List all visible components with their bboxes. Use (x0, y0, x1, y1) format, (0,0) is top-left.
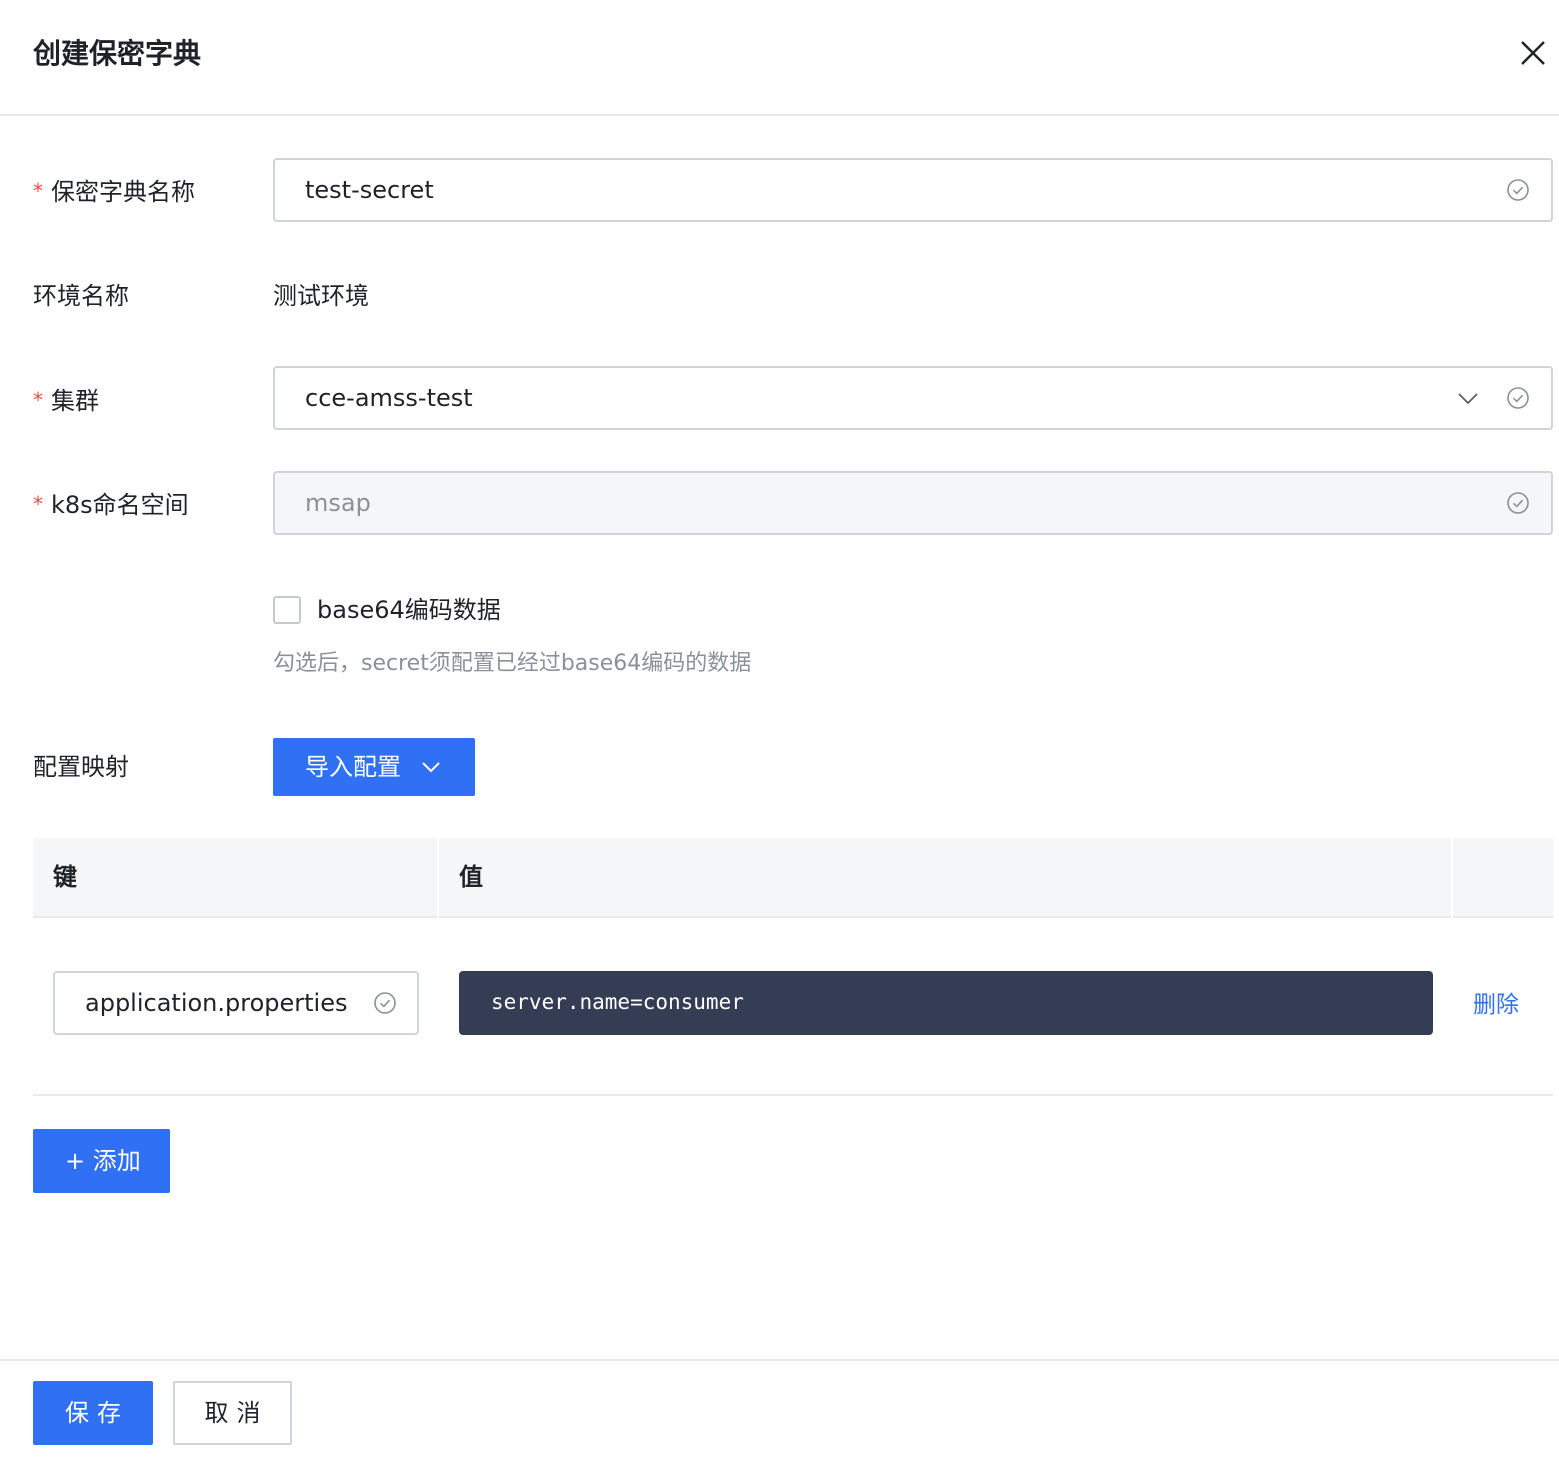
column-divider (437, 838, 439, 918)
env-name-label: 环境名称 (33, 282, 129, 310)
required-mark: * (33, 388, 43, 412)
import-config-button[interactable]: 导入配置 (273, 738, 475, 796)
import-config-label: 导入配置 (305, 753, 401, 781)
column-divider (1451, 838, 1453, 918)
value-code: server.name=consumer (491, 990, 744, 1014)
namespace-label: * k8s命名空间 (33, 491, 189, 519)
config-table-header: 键 值 (33, 838, 1553, 918)
delete-row-link[interactable]: 删除 (1473, 988, 1519, 1022)
close-icon[interactable] (1514, 34, 1552, 72)
check-circle-icon (374, 992, 396, 1014)
base64-checkbox[interactable] (273, 596, 301, 624)
key-input[interactable]: application.properties (53, 971, 419, 1035)
add-row-button[interactable]: + 添加 (33, 1129, 170, 1193)
key-value: application.properties (85, 989, 348, 1017)
required-mark: * (33, 179, 43, 203)
namespace-input: msap (273, 471, 1553, 535)
column-header-value: 值 (459, 863, 483, 891)
secret-name-input[interactable]: test-secret (273, 158, 1553, 222)
save-button[interactable]: 保存 (33, 1381, 153, 1445)
check-circle-icon (1507, 179, 1529, 201)
check-circle-icon (1507, 387, 1529, 409)
add-row-label: + 添加 (65, 1147, 141, 1175)
secret-name-value: test-secret (305, 176, 434, 204)
table-row: application.properties server.name=consu… (33, 918, 1553, 1096)
cancel-label: 取消 (204, 1399, 269, 1427)
base64-checkbox-label[interactable]: base64编码数据 (317, 593, 501, 627)
chevron-down-icon[interactable] (1456, 386, 1480, 410)
column-header-key: 键 (53, 863, 77, 891)
check-circle-icon (1507, 492, 1529, 514)
env-name-value: 测试环境 (273, 282, 369, 310)
chevron-down-icon (422, 762, 440, 773)
value-editor[interactable]: server.name=consumer (459, 971, 1433, 1035)
cluster-label: * 集群 (33, 387, 99, 415)
cluster-select[interactable]: cce-amss-test (273, 366, 1553, 430)
save-label: 保存 (65, 1399, 129, 1427)
dialog-header: 创建保密字典 (0, 0, 1559, 116)
cluster-value: cce-amss-test (305, 384, 473, 412)
dialog-title: 创建保密字典 (33, 37, 202, 70)
required-mark: * (33, 492, 43, 516)
base64-hint: 勾选后，secret须配置已经过base64编码的数据 (273, 651, 752, 676)
namespace-value: msap (305, 489, 371, 517)
config-map-label: 配置映射 (33, 753, 129, 781)
cancel-button[interactable]: 取消 (173, 1381, 292, 1445)
secret-name-label: * 保密字典名称 (33, 178, 195, 206)
